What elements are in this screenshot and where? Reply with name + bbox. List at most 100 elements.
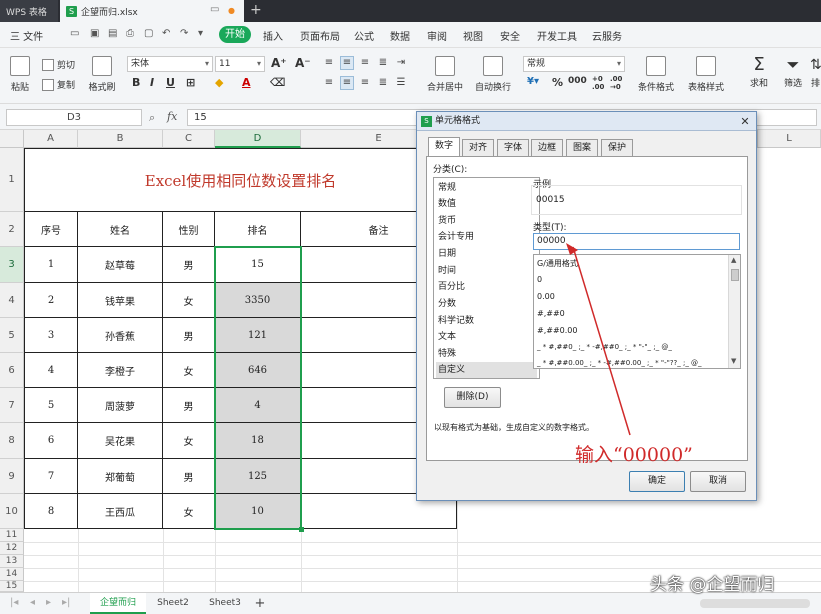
file-tab[interactable]: S 企望而归.xlsx ▭ ● — [60, 0, 244, 22]
bold-icon[interactable]: B — [132, 76, 140, 89]
category-list[interactable]: 常规 数值 货币 会计专用 日期 时间 百分比 分数 科学记数 文本 特殊 自定… — [433, 177, 540, 379]
thousands-icon[interactable]: 000 — [568, 76, 587, 86]
row-header-8[interactable]: 8 — [0, 423, 24, 459]
type-input[interactable]: 00000 — [533, 233, 740, 250]
scroll-up-icon[interactable]: ▲ — [731, 256, 736, 264]
category-item[interactable]: 特殊 — [436, 346, 537, 362]
format-item[interactable]: #,##0 — [537, 309, 565, 318]
cell-name[interactable]: 孙香蕉 — [78, 318, 163, 353]
category-item[interactable]: 文本 — [436, 329, 537, 345]
cell-rank[interactable]: 125 — [215, 459, 301, 494]
menu-security[interactable]: 安全 — [500, 28, 520, 43]
cell-rank[interactable]: 18 — [215, 423, 301, 459]
cell-index[interactable]: 2 — [24, 283, 78, 318]
cell-index[interactable]: 4 — [24, 353, 78, 388]
save-icon[interactable]: ▣ — [90, 28, 99, 39]
decrease-decimal-icon[interactable]: .00 →0 — [610, 75, 622, 91]
row-header-5[interactable]: 5 — [0, 318, 24, 353]
first-sheet-icon[interactable]: |◂ — [10, 597, 18, 608]
format-painter-button[interactable]: 格式刷 — [86, 56, 118, 93]
open-icon[interactable]: ▭ — [70, 28, 79, 39]
underline-icon[interactable]: U — [166, 76, 175, 89]
justify-icon[interactable]: ≣ — [376, 76, 390, 90]
cell-gender[interactable]: 女 — [163, 494, 215, 529]
select-all-corner[interactable] — [0, 130, 24, 148]
print-icon[interactable]: ⎙ — [126, 28, 134, 39]
menu-cloud[interactable]: 云服务 — [592, 28, 622, 43]
category-item-selected[interactable]: 自定义 — [436, 362, 537, 378]
cell-rank[interactable]: 10 — [215, 494, 301, 529]
menu-page-layout[interactable]: 页面布局 — [300, 28, 340, 43]
row-header-4[interactable]: 4 — [0, 283, 24, 318]
align-left-icon[interactable]: ≡ — [322, 76, 336, 90]
row-header-11[interactable]: 11 — [0, 529, 24, 542]
row-header-1[interactable]: 1 — [0, 148, 24, 212]
cell-index[interactable]: 3 — [24, 318, 78, 353]
align-center-icon[interactable]: ≡ — [340, 76, 354, 90]
align-right-icon[interactable]: ≡ — [358, 76, 372, 90]
menu-insert[interactable]: 插入 — [263, 28, 283, 43]
export-icon[interactable]: ▤ — [108, 28, 117, 39]
italic-icon[interactable]: I — [150, 76, 154, 89]
scroll-thumb[interactable] — [731, 269, 739, 281]
cell-name[interactable]: 郑葡萄 — [78, 459, 163, 494]
cell-gender[interactable]: 男 — [163, 247, 215, 283]
cell-gender[interactable]: 女 — [163, 423, 215, 459]
cancel-button[interactable]: 取消 — [690, 471, 746, 492]
app-tab-wps[interactable]: WPS 表格 — [0, 0, 58, 22]
prev-sheet-icon[interactable]: ◂ — [30, 597, 35, 608]
tab-font[interactable]: 字体 — [497, 139, 529, 156]
merge-center-button[interactable]: 合并居中 — [424, 56, 466, 93]
cell-name[interactable]: 李橙子 — [78, 353, 163, 388]
header-cell-gender[interactable]: 性别 — [163, 212, 215, 247]
cut-button[interactable]: 剪切 — [42, 58, 75, 71]
row-header-14[interactable]: 14 — [0, 568, 24, 581]
tab-border[interactable]: 边框 — [531, 139, 563, 156]
format-item[interactable]: #,##0.00 — [537, 326, 577, 335]
cell-rank[interactable]: 4 — [215, 388, 301, 423]
conditional-format-button[interactable]: 条件格式 — [636, 56, 676, 93]
increase-decimal-icon[interactable]: +0.00 — [592, 75, 604, 91]
col-header-b[interactable]: B — [78, 130, 163, 148]
category-item[interactable]: 百分比 — [436, 279, 537, 295]
customize-icon[interactable]: ▾ — [198, 28, 203, 39]
row-header-6[interactable]: 6 — [0, 353, 24, 388]
menu-review[interactable]: 审阅 — [427, 28, 447, 43]
new-tab-button[interactable]: + — [250, 2, 262, 18]
format-item[interactable]: _ * #,##0_ ;_ * -#,##0_ ;_ * "-"_ ;_ @_ — [537, 343, 672, 351]
indent-icon[interactable]: ⇥ — [394, 56, 408, 70]
cell-index[interactable]: 6 — [24, 423, 78, 459]
filter-button[interactable]: ⏷ 筛选 — [778, 54, 808, 89]
cell-rank[interactable]: 121 — [215, 318, 301, 353]
cell-name[interactable]: 周菠萝 — [78, 388, 163, 423]
row-header-3[interactable]: 3 — [0, 247, 24, 283]
category-item[interactable]: 科学记数 — [436, 313, 537, 329]
cell-rank[interactable]: 15 — [215, 247, 301, 283]
table-style-button[interactable]: 表格样式 — [684, 56, 728, 93]
menu-formula[interactable]: 公式 — [354, 28, 374, 43]
format-item[interactable]: 0 — [537, 275, 542, 284]
format-item[interactable]: 0.00 — [537, 292, 555, 301]
cell-gender[interactable]: 女 — [163, 283, 215, 318]
menu-view[interactable]: 视图 — [463, 28, 483, 43]
menu-developer[interactable]: 开发工具 — [537, 28, 577, 43]
cell-rank[interactable]: 3350 — [215, 283, 301, 318]
font-name-select[interactable]: 宋体 — [127, 56, 213, 72]
tab-pattern[interactable]: 图案 — [566, 139, 598, 156]
percent-icon[interactable]: % — [552, 76, 563, 89]
distribute-icon[interactable]: ☰ — [394, 76, 408, 90]
tab-number[interactable]: 数字 — [428, 137, 460, 157]
next-sheet-icon[interactable]: ▸ — [46, 597, 51, 608]
category-item[interactable]: 分数 — [436, 296, 537, 312]
fill-color-icon[interactable]: ◆ — [215, 76, 223, 89]
fx-icon[interactable]: fx — [167, 110, 177, 123]
font-color-icon[interactable]: A — [242, 76, 251, 89]
cell-index[interactable]: 7 — [24, 459, 78, 494]
row-header-15[interactable]: 15 — [0, 581, 24, 592]
cell-gender[interactable]: 男 — [163, 318, 215, 353]
format-item[interactable]: G/通用格式 — [537, 258, 578, 269]
cell-gender[interactable]: 男 — [163, 459, 215, 494]
row-header-2[interactable]: 2 — [0, 212, 24, 247]
name-box[interactable]: D3 — [6, 109, 142, 126]
fill-handle[interactable] — [299, 527, 304, 532]
